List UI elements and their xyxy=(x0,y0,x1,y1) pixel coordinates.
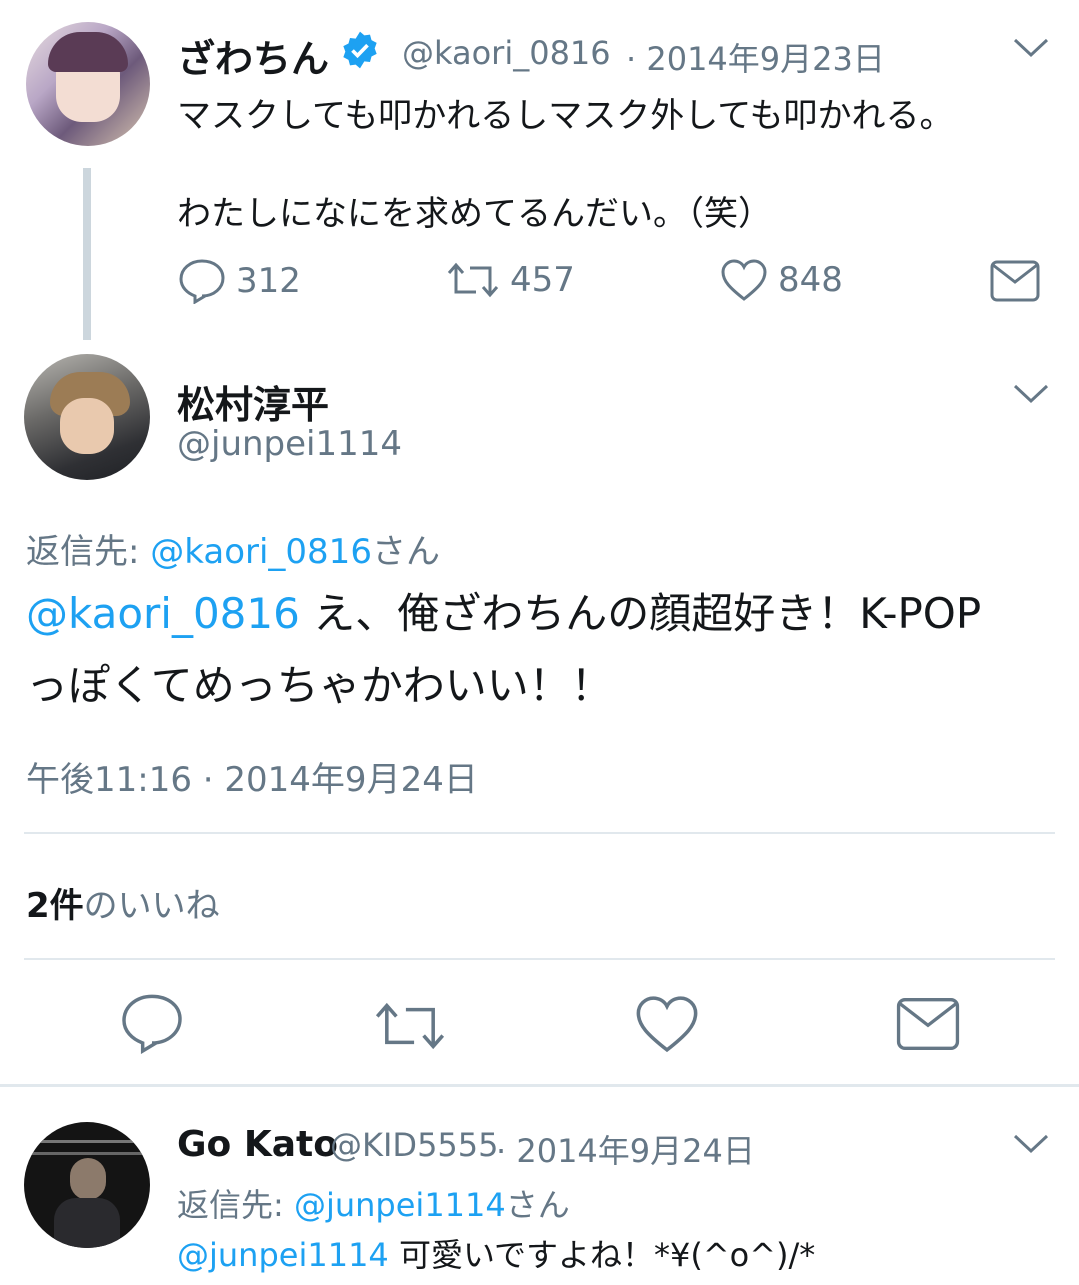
reply-to-link[interactable]: @kaori_0816 xyxy=(150,532,372,572)
tweet-timestamp[interactable]: 午後11:16 · 2014年9月24日 xyxy=(26,752,478,801)
mention-link[interactable]: @kaori_0816 xyxy=(26,589,300,638)
like-button[interactable]: 848 xyxy=(720,258,843,302)
reply-context: 返信先: @junpei1114さん xyxy=(177,1180,570,1226)
reply-count: 312 xyxy=(236,261,301,301)
thread-line xyxy=(83,168,91,340)
reply-icon xyxy=(178,258,226,304)
user-handle[interactable]: @kaori_0816 xyxy=(402,34,611,72)
retweet-icon[interactable] xyxy=(372,996,448,1056)
reply-prefix: 返信先: xyxy=(177,1186,294,1224)
likes-count: 2件 xyxy=(26,886,84,926)
retweet-icon xyxy=(446,258,500,302)
verified-icon xyxy=(340,30,380,70)
reply-to-link[interactable]: @junpei1114 xyxy=(294,1186,506,1224)
reply-context: 返信先: @kaori_0816さん xyxy=(26,524,440,573)
message-icon[interactable] xyxy=(896,996,960,1052)
tweet-text: わたしになにを求めてるんだい。（笑） xyxy=(177,194,772,234)
avatar[interactable] xyxy=(24,354,150,480)
retweet-count: 457 xyxy=(510,260,575,300)
tweet-text: @junpei1114 可愛いですよね！*¥(^o^)/* xyxy=(177,1230,815,1276)
reply-prefix: 返信先: xyxy=(26,532,151,572)
divider xyxy=(24,958,1055,960)
message-icon[interactable] xyxy=(990,260,1040,302)
tweet-text: @kaori_0816 え、俺ざわちんの顔超好き！K-POP xyxy=(26,580,981,641)
avatar[interactable] xyxy=(24,1122,150,1248)
chevron-down-icon[interactable] xyxy=(1012,1132,1050,1156)
user-name[interactable]: ざわちん xyxy=(177,28,329,83)
tweet-date[interactable]: · 2014年9月23日 xyxy=(626,34,885,80)
tweet-text: っぽくてめっちゃかわいい！！ xyxy=(26,661,613,710)
reply-suffix: さん xyxy=(371,532,440,572)
user-name[interactable]: Go Kato xyxy=(177,1124,338,1165)
likes-summary[interactable]: 2件のいいね xyxy=(26,878,220,927)
section-divider xyxy=(0,1084,1079,1087)
chevron-down-icon[interactable] xyxy=(1012,382,1050,406)
heart-icon[interactable] xyxy=(634,994,700,1054)
avatar[interactable] xyxy=(26,22,150,146)
mention-link[interactable]: @junpei1114 xyxy=(177,1236,389,1274)
tweet-body: え、俺ざわちんの顔超好き！K-POP xyxy=(299,589,982,638)
user-name[interactable]: 松村淳平 xyxy=(177,374,329,429)
tweet-text: マスクしても叩かれるしマスク外しても叩かれる。 xyxy=(177,96,954,136)
tweet-date[interactable]: · 2014年9月24日 xyxy=(496,1126,755,1172)
reply-icon[interactable] xyxy=(120,992,184,1054)
divider xyxy=(24,832,1055,834)
user-handle[interactable]: @junpei1114 xyxy=(177,424,402,464)
tweet-body: 可愛いですよね！*¥(^o^)/* xyxy=(388,1236,816,1274)
chevron-down-icon[interactable] xyxy=(1012,36,1050,60)
reply-suffix: さん xyxy=(505,1186,570,1224)
like-count: 848 xyxy=(778,260,843,300)
reply-button[interactable]: 312 xyxy=(178,258,301,304)
likes-label: のいいね xyxy=(83,886,220,926)
user-handle[interactable]: @KID5555 xyxy=(330,1126,499,1164)
heart-icon xyxy=(720,258,768,302)
retweet-button[interactable]: 457 xyxy=(446,258,575,302)
